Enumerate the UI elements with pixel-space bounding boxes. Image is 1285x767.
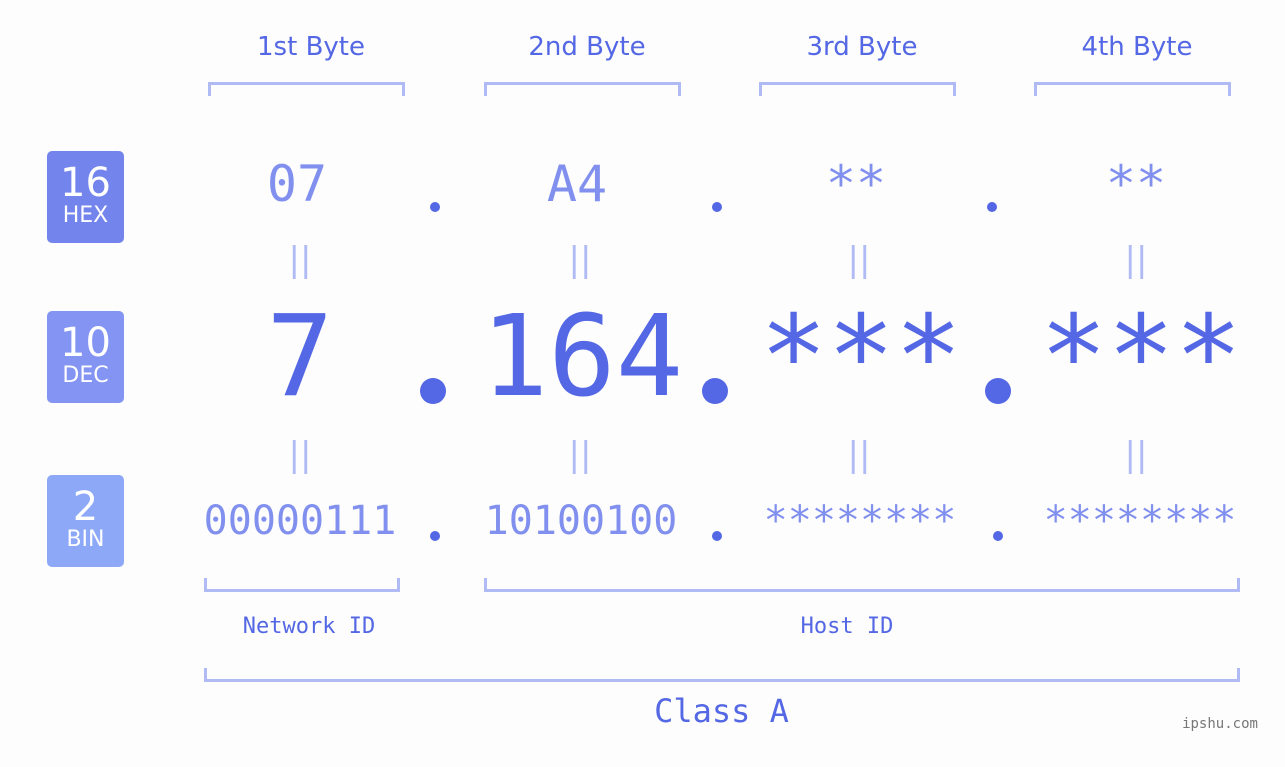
equals-symbol: ||: [847, 435, 871, 475]
byte-header-1: 1st Byte: [257, 32, 365, 62]
hex-byte-1: 07: [266, 155, 328, 213]
hex-badge: 16 HEX: [47, 151, 124, 243]
hex-byte-3: **: [825, 155, 887, 213]
byte-header-2: 2nd Byte: [528, 32, 646, 62]
bin-badge: 2 BIN: [47, 475, 124, 567]
bin-byte-1: 00000111: [203, 498, 397, 544]
host-id-bracket: [484, 578, 1240, 592]
bin-dot-separator: [712, 531, 722, 541]
network-id-bracket: [204, 578, 400, 592]
dec-dot-separator: [985, 378, 1011, 404]
byte-bracket-4: [1034, 82, 1231, 96]
equals-symbol: ||: [1124, 240, 1148, 280]
hex-badge-number: 16: [60, 160, 111, 206]
watermark: ipshu.com: [1182, 716, 1258, 732]
hex-byte-2: A4: [546, 155, 608, 213]
dec-dot-separator: [702, 378, 728, 404]
dec-byte-4: ***: [1039, 292, 1243, 422]
equals-symbol: ||: [288, 240, 312, 280]
equals-symbol: ||: [568, 240, 592, 280]
byte-bracket-1: [208, 82, 405, 96]
byte-bracket-2: [484, 82, 681, 96]
dec-byte-1: 7: [266, 292, 334, 422]
dec-badge: 10 DEC: [47, 311, 124, 403]
bin-byte-3: ********: [763, 498, 957, 544]
class-bracket: [204, 668, 1240, 682]
equals-symbol: ||: [288, 435, 312, 475]
dec-badge-label: DEC: [62, 363, 109, 388]
equals-symbol: ||: [568, 435, 592, 475]
hex-dot-separator: [987, 202, 997, 212]
byte-header-4: 4th Byte: [1081, 32, 1193, 62]
equals-symbol: ||: [1124, 435, 1148, 475]
equals-symbol: ||: [847, 240, 871, 280]
byte-header-3: 3rd Byte: [806, 32, 918, 62]
dec-badge-number: 10: [60, 320, 111, 366]
bin-badge-number: 2: [72, 484, 99, 530]
bin-byte-2: 10100100: [484, 498, 678, 544]
byte-bracket-3: [759, 82, 956, 96]
hex-byte-4: **: [1105, 155, 1167, 213]
hex-dot-separator: [430, 202, 440, 212]
dec-byte-2: 164: [480, 292, 684, 422]
bin-dot-separator: [430, 531, 440, 541]
bin-dot-separator: [993, 531, 1003, 541]
host-id-label: Host ID: [800, 614, 894, 639]
network-id-label: Network ID: [242, 614, 376, 639]
class-label: Class A: [654, 692, 789, 730]
hex-badge-label: HEX: [62, 203, 109, 228]
bin-byte-4: ********: [1043, 498, 1237, 544]
dec-byte-3: ***: [759, 292, 963, 422]
bin-badge-label: BIN: [66, 527, 105, 552]
dec-dot-separator: [420, 378, 446, 404]
hex-dot-separator: [712, 202, 722, 212]
